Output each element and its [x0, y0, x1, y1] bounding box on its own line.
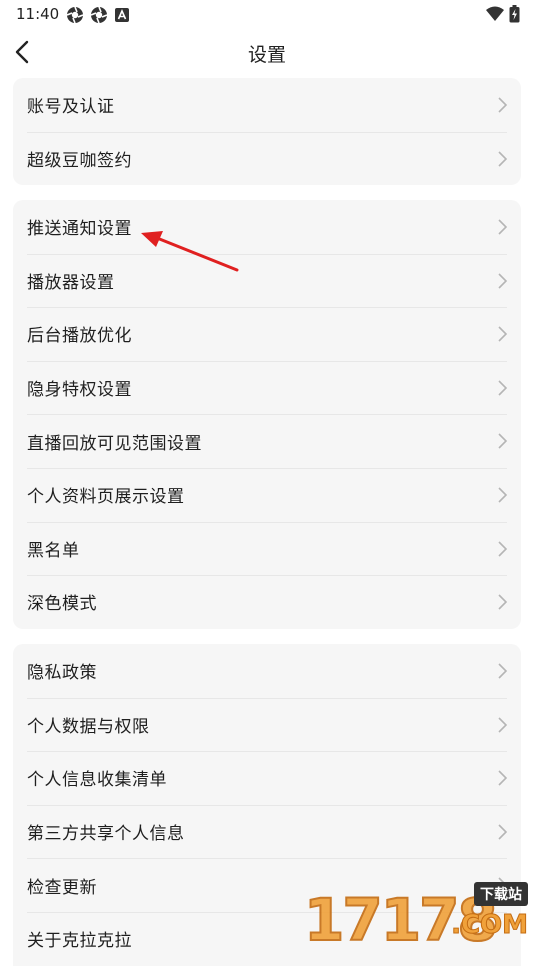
settings-row-label: 个人资料页展示设置	[27, 487, 185, 508]
settings-row-personal-data-permissions[interactable]: 个人数据与权限	[13, 697, 521, 752]
chevron-right-icon	[498, 540, 508, 557]
chevron-right-icon	[498, 877, 508, 893]
settings-row-label: 第三方共享个人信息	[27, 824, 185, 845]
settings-row-privacy-policy[interactable]: 隐私政策	[13, 644, 521, 698]
settings-row-label: 隐私政策	[27, 663, 97, 684]
status-right-icons	[485, 5, 520, 23]
status-bar: 11:40	[0, 0, 534, 28]
settings-row-background-playback[interactable]: 后台播放优化	[13, 307, 521, 361]
chevron-right-icon	[498, 326, 508, 342]
settings-row-account-verification[interactable]: 账号及认证	[13, 78, 521, 132]
chevron-right-icon	[498, 380, 508, 396]
settings-row-player[interactable]: 播放器设置	[13, 253, 521, 308]
wifi-icon	[486, 6, 504, 21]
settings-row-label: 检查更新	[27, 877, 97, 898]
settings-row-about[interactable]: 关于克拉克拉	[13, 911, 521, 966]
settings-row-label: 账号及认证	[27, 97, 115, 118]
settings-row-info-collection-list[interactable]: 个人信息收集清单	[13, 751, 521, 805]
settings-row-label: 超级豆咖签约	[27, 150, 132, 171]
chevron-right-icon	[498, 487, 508, 503]
settings-row-label: 个人信息收集清单	[27, 770, 167, 791]
chevron-right-icon	[498, 824, 508, 840]
chevron-right-icon	[498, 97, 508, 113]
settings-row-label: 后台播放优化	[27, 326, 132, 347]
settings-row-third-party-sharing[interactable]: 第三方共享个人信息	[13, 804, 521, 859]
status-time: 11:40	[16, 5, 60, 23]
settings-row-label: 直播回放可见范围设置	[27, 433, 202, 454]
settings-row-profile-display[interactable]: 个人资料页展示设置	[13, 467, 521, 522]
settings-row-push-notifications[interactable]: 推送通知设置	[13, 200, 521, 254]
settings-row-dark-mode[interactable]: 深色模式	[13, 575, 521, 629]
a-box-icon	[115, 8, 129, 22]
settings-row-label: 关于克拉克拉	[27, 931, 132, 952]
title-bar: 设置	[0, 28, 534, 76]
settings-row-super-douka[interactable]: 超级豆咖签约	[13, 131, 521, 186]
settings-row-blacklist[interactable]: 黑名单	[13, 521, 521, 576]
chevron-right-icon	[498, 770, 508, 786]
aperture-icon	[66, 6, 84, 24]
settings-row-label: 黑名单	[27, 540, 80, 561]
chevron-right-icon	[498, 717, 508, 733]
settings-row-stealth-privilege[interactable]: 隐身特权设置	[13, 360, 521, 415]
page-title: 设置	[247, 44, 286, 66]
settings-row-label: 深色模式	[27, 594, 97, 615]
chevron-right-icon	[498, 663, 508, 679]
settings-row-replay-visibility[interactable]: 直播回放可见范围设置	[13, 414, 521, 468]
chevron-right-icon	[498, 594, 508, 610]
aperture-icon	[90, 6, 108, 24]
settings-group-account: 账号及认证 超级豆咖签约	[13, 78, 521, 186]
chevron-right-icon	[498, 219, 508, 235]
settings-row-check-update[interactable]: 检查更新	[13, 858, 521, 912]
chevron-right-icon	[498, 151, 508, 167]
status-left-icons	[66, 6, 130, 24]
settings-row-label: 推送通知设置	[27, 219, 132, 240]
battery-charging-icon	[509, 5, 520, 23]
settings-row-label: 隐身特权设置	[27, 380, 132, 401]
chevron-right-icon	[498, 433, 508, 449]
settings-group-privacy: 隐私政策 个人数据与权限 个人信息收集清单 第三方共享个人信息 检查更新 关于克…	[13, 644, 521, 966]
chevron-right-icon	[498, 273, 508, 289]
settings-row-label: 播放器设置	[27, 272, 115, 293]
settings-group-preferences: 推送通知设置 播放器设置 后台播放优化 隐身特权设置 直播回放可见范围设置 个人…	[13, 200, 521, 629]
settings-row-label: 个人数据与权限	[27, 716, 150, 737]
